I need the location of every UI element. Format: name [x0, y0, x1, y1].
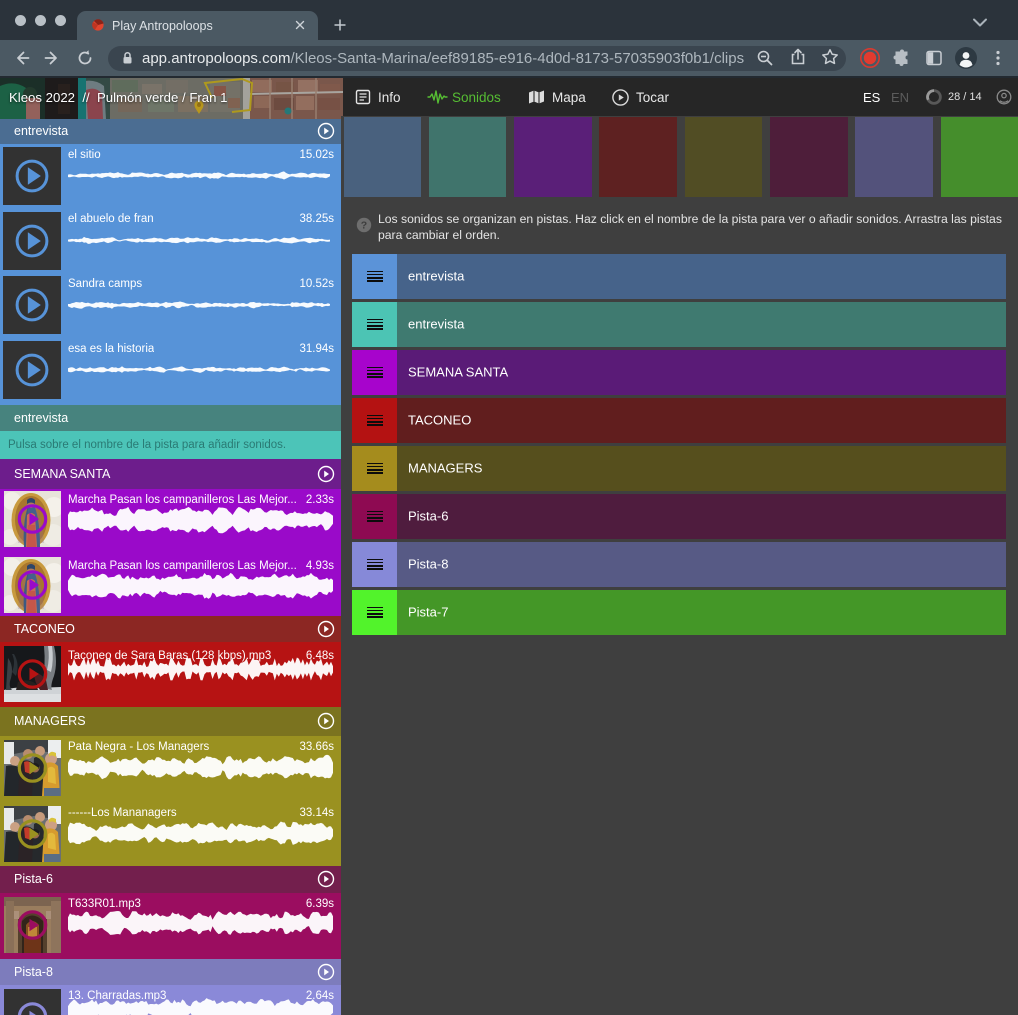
svg-text:?: ?	[360, 219, 366, 231]
